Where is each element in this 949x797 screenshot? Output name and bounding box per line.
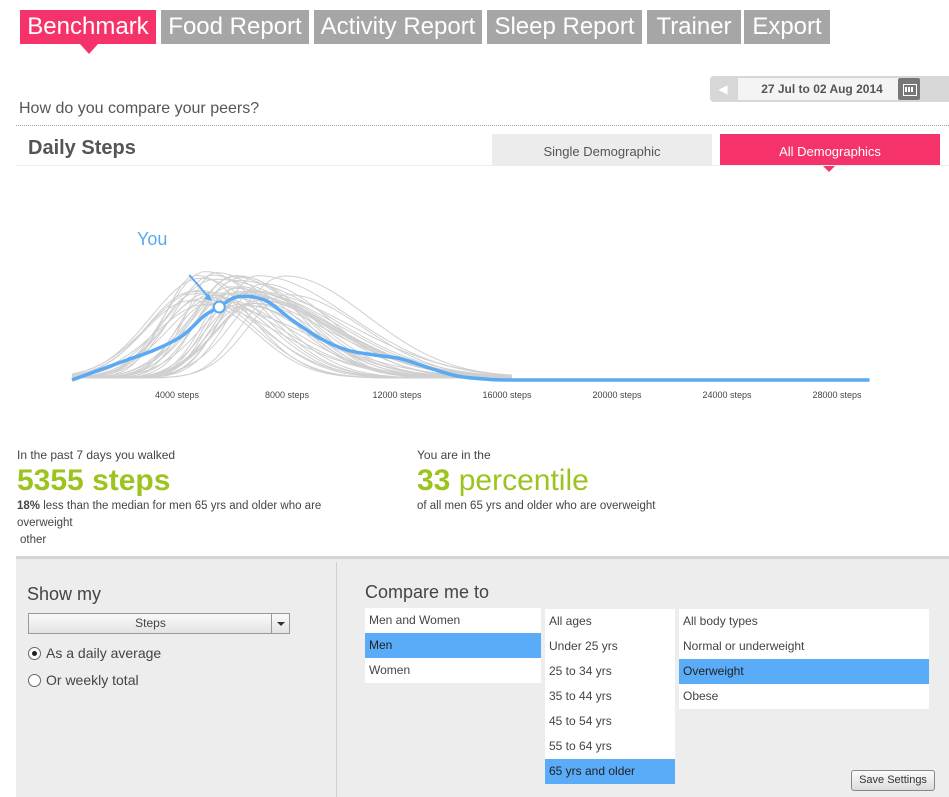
you-marker — [212, 300, 226, 314]
metric-select[interactable]: Steps — [28, 613, 290, 634]
tab-trainer[interactable]: Trainer — [647, 10, 741, 44]
previous-week-button[interactable]: ◀ — [710, 76, 736, 102]
show-my-label: Show my — [27, 584, 102, 604]
tab-export[interactable]: Export — [744, 10, 830, 44]
report-tabs: Benchmark Food Report Activity Report Sl… — [0, 0, 949, 54]
date-range-label: 27 Jul to 02 Aug 2014 — [738, 78, 906, 100]
x-tick-label: 8000 steps — [265, 390, 310, 400]
list-item[interactable]: Men — [365, 633, 541, 658]
radio-weekly-total[interactable]: Or weekly total — [28, 672, 139, 688]
list-item[interactable]: Under 25 yrs — [545, 634, 675, 659]
percentile-lead-text: You are in the — [417, 448, 491, 462]
peer-curve — [72, 302, 512, 379]
tab-food-report[interactable]: Food Report — [161, 10, 309, 44]
steps-lead-text: In the past 7 days you walked — [17, 448, 176, 462]
steps-percent: 18% — [17, 500, 41, 512]
section-title: Daily Steps — [28, 137, 136, 159]
x-tick-label: 28000 steps — [812, 390, 862, 400]
body-type-list: All body types Normal or underweight Ove… — [679, 609, 929, 709]
radio-daily-average[interactable]: As a daily average — [28, 645, 161, 661]
radio-unchecked-icon[interactable] — [28, 674, 41, 687]
gender-list: Men and Women Men Women — [365, 608, 541, 683]
list-item[interactable]: All ages — [545, 609, 675, 634]
list-item[interactable]: 35 to 44 yrs — [545, 684, 675, 709]
tab-sleep-report[interactable]: Sleep Report — [487, 10, 642, 44]
radio-label: As a daily average — [46, 645, 162, 661]
x-tick-label: 20000 steps — [592, 390, 642, 400]
list-item[interactable]: 65 yrs and older — [545, 759, 675, 784]
you-label: You — [137, 229, 168, 249]
age-list: All ages Under 25 yrs 25 to 34 yrs 35 to… — [545, 609, 675, 784]
all-demographics-button[interactable]: All Demographics — [720, 134, 940, 172]
x-tick-label: 16000 steps — [482, 390, 532, 400]
percentile-description: of all men 65 yrs and older who are over… — [417, 500, 656, 512]
tab-benchmark[interactable]: Benchmark — [20, 10, 156, 54]
date-range-picker: ◀ 27 Jul to 02 Aug 2014 — [710, 76, 949, 102]
list-item[interactable]: Obese — [679, 684, 929, 709]
percentile-value: 33 percentile — [417, 464, 757, 498]
divider — [16, 125, 949, 126]
radio-label: Or weekly total — [46, 672, 139, 688]
radio-checked-icon[interactable] — [28, 647, 41, 660]
steps-value: 5355 steps — [17, 464, 171, 497]
percentile-number: 33 — [417, 464, 451, 497]
list-item[interactable]: 45 to 54 yrs — [545, 709, 675, 734]
compare-label: Compare me to — [365, 582, 490, 602]
panel-divider — [336, 562, 337, 797]
save-settings-button[interactable]: Save Settings — [851, 770, 935, 791]
page-subtitle: How do you compare your peers? — [19, 100, 260, 117]
tab-activity-report[interactable]: Activity Report — [314, 10, 482, 44]
percentile-stat: You are in the 33 percentile of all men … — [417, 448, 757, 515]
steps-description: 18% less than the median for men 65 yrs … — [17, 498, 357, 532]
chart-svg: 4000 steps 8000 steps 12000 steps 16000 ste… — [71, 271, 870, 400]
list-item[interactable]: All body types — [679, 609, 929, 634]
chevron-down-icon[interactable] — [271, 614, 289, 633]
steps-other: other — [20, 534, 47, 546]
percentile-word: percentile — [458, 464, 589, 497]
list-item[interactable]: 25 to 34 yrs — [545, 659, 675, 684]
peer-curve — [71, 271, 512, 379]
x-tick-label: 24000 steps — [702, 390, 752, 400]
list-item[interactable]: 55 to 64 yrs — [545, 734, 675, 759]
list-item[interactable]: Women — [365, 658, 541, 683]
steps-stat: In the past 7 days you walked 5355 steps… — [17, 448, 357, 549]
steps-distribution-chart: 4000 steps 8000 steps 12000 steps 16000 ste… — [0, 170, 949, 410]
metric-select-value: Steps — [135, 616, 166, 630]
list-item[interactable]: Men and Women — [365, 608, 541, 633]
divider — [16, 165, 949, 166]
single-demographic-button[interactable]: Single Demographic — [492, 134, 712, 166]
x-tick-label: 12000 steps — [372, 390, 422, 400]
list-item[interactable]: Normal or underweight — [679, 634, 929, 659]
list-item[interactable]: Overweight — [679, 659, 929, 684]
x-tick-label: 4000 steps — [155, 390, 200, 400]
peer-curve — [71, 303, 513, 378]
steps-description-text: less than the median for men 65 yrs and … — [17, 500, 322, 529]
calendar-icon[interactable] — [898, 78, 920, 100]
